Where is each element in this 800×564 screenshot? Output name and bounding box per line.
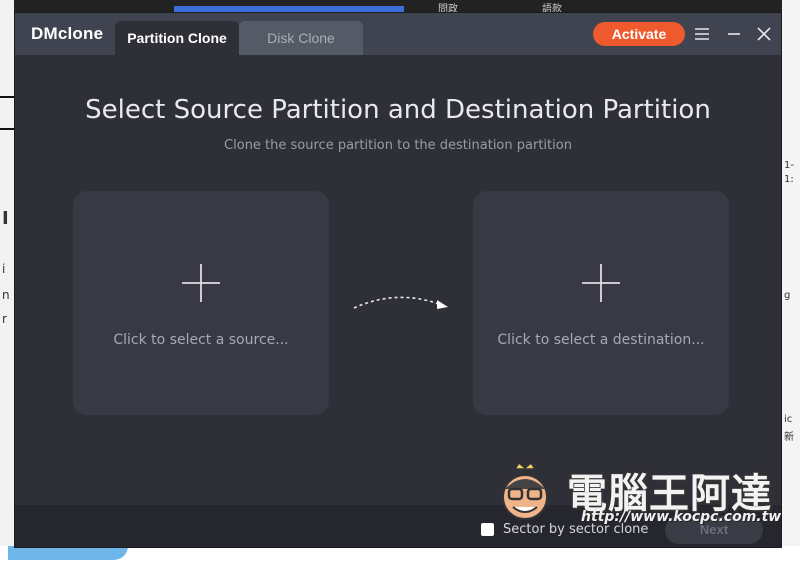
- background-text: n: [2, 288, 10, 302]
- tab-disk-clone[interactable]: Disk Clone: [239, 21, 363, 55]
- background-shape: [8, 546, 128, 560]
- background-bottom-strip: [0, 546, 800, 564]
- dashed-arrow-icon: [353, 296, 448, 309]
- background-text: 1-: [784, 160, 794, 171]
- hamburger-icon[interactable]: [689, 21, 715, 47]
- background-text: ic: [784, 414, 793, 425]
- title-bar[interactable]: DMclone Partition Clone Disk Clone Activ…: [15, 13, 781, 55]
- background-text: I: [2, 208, 9, 229]
- source-partition-card[interactable]: Click to select a source...: [73, 191, 329, 415]
- app-logo: DMclone: [31, 24, 104, 43]
- close-icon[interactable]: [751, 21, 777, 47]
- background-right-edge: 1- 1: ic g 新: [782, 0, 800, 564]
- background-text: i: [2, 262, 6, 276]
- background-left-edge: I i n r: [0, 0, 14, 564]
- plus-icon: [582, 264, 620, 302]
- background-bar: [0, 128, 14, 130]
- dmclone-window: DMclone Partition Clone Disk Clone Activ…: [14, 12, 782, 548]
- background-text: 1:: [784, 174, 794, 185]
- background-text: g: [784, 290, 791, 301]
- activate-button[interactable]: Activate: [593, 22, 685, 46]
- background-bar: [0, 96, 14, 98]
- page-subtitle: Clone the source partition to the destin…: [224, 138, 572, 153]
- page-title: Select Source Partition and Destination …: [85, 95, 711, 125]
- minimize-icon[interactable]: [721, 21, 747, 47]
- tab-partition-clone[interactable]: Partition Clone: [115, 21, 239, 55]
- destination-partition-card[interactable]: Click to select a destination...: [473, 191, 729, 415]
- source-card-label: Click to select a source...: [113, 332, 289, 348]
- watermark-mascot-icon: [502, 461, 548, 520]
- background-text: r: [2, 312, 7, 326]
- plus-icon: [182, 264, 220, 302]
- watermark-url: http://www.kocpc.com.tw: [581, 509, 782, 525]
- background-text: 新: [784, 432, 794, 443]
- destination-card-label: Click to select a destination...: [497, 332, 705, 348]
